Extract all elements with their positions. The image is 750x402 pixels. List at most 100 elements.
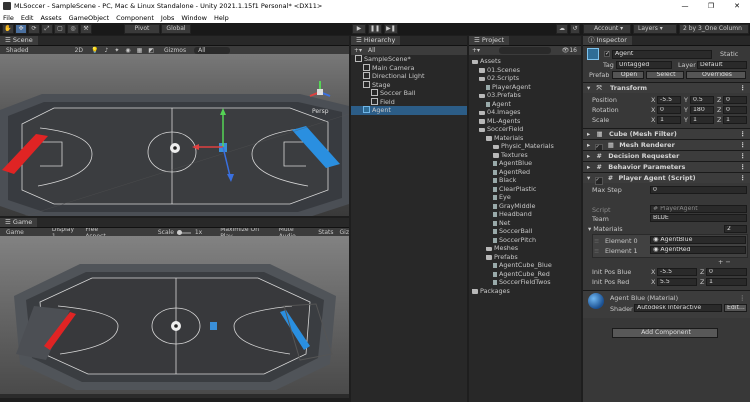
project-item[interactable]: SoccerField: [469, 125, 581, 134]
hierarchy-item[interactable]: Agent: [351, 106, 467, 115]
scale-y-field[interactable]: 1: [690, 116, 714, 124]
tab-game[interactable]: ☰ Game: [0, 218, 38, 227]
mesh-renderer-header[interactable]: ▸ ✓ ▦ Mesh Renderer ⋮: [583, 139, 750, 152]
active-checkbox[interactable]: [604, 50, 610, 57]
player-agent-checkbox[interactable]: ✓: [594, 177, 603, 185]
drag-handle-icon[interactable]: ≡: [594, 237, 599, 245]
max-step-field[interactable]: 0: [650, 186, 747, 194]
shader-dropdown[interactable]: Autodesk Interactive: [634, 304, 722, 312]
gizmos-dropdown[interactable]: Gizmos: [164, 47, 186, 54]
tab-inspector[interactable]: ⓘ Inspector: [583, 36, 632, 45]
project-item[interactable]: Materials: [469, 134, 581, 143]
orientation-gizmo-icon[interactable]: [306, 78, 334, 106]
project-item[interactable]: SoccerFieldTwos: [469, 278, 581, 287]
hierarchy-item[interactable]: Stage: [351, 80, 467, 90]
scene-viewport[interactable]: Persp: [0, 54, 349, 216]
project-item[interactable]: 02.Scripts: [469, 74, 581, 83]
project-item[interactable]: PlayerAgent: [469, 83, 581, 92]
transform-header[interactable]: ▾ ⤧ Transform ⋮: [583, 82, 750, 93]
project-item[interactable]: AgentCube_Blue: [469, 261, 581, 270]
project-item[interactable]: AgentCube_Red: [469, 270, 581, 279]
decision-requester-menu-icon[interactable]: ⋮: [740, 151, 747, 161]
prefab-open-button[interactable]: Open: [612, 71, 644, 79]
audio-toggle-icon[interactable]: ♪: [105, 47, 109, 54]
mesh-filter-menu-icon[interactable]: ⋮: [740, 129, 747, 139]
toggle-2d-button[interactable]: 2D: [75, 47, 83, 54]
behavior-parameters-header[interactable]: ▸ # Behavior Parameters ⋮: [583, 161, 750, 172]
effects-toggle-icon[interactable]: ✦: [114, 47, 119, 54]
material-title[interactable]: Agent Blue (Material): [610, 294, 678, 302]
prefab-overrides-button[interactable]: Overrides: [686, 71, 746, 79]
project-item[interactable]: Headband: [469, 210, 581, 219]
menu-jobs[interactable]: Jobs: [161, 14, 174, 22]
project-item[interactable]: Agent: [469, 100, 581, 109]
project-item[interactable]: ClearPlastic: [469, 185, 581, 194]
materials-foldout[interactable]: ▾ Materials: [588, 225, 623, 233]
menu-edit[interactable]: Edit: [21, 14, 34, 22]
mesh-renderer-menu-icon[interactable]: ⋮: [740, 140, 747, 150]
step-button[interactable]: ▶❚: [384, 24, 398, 34]
hierarchy-item[interactable]: Directional Light: [351, 72, 467, 81]
grid-toggle-icon[interactable]: ▦: [137, 47, 143, 54]
project-item[interactable]: SoccerBall: [469, 227, 581, 236]
project-search-input[interactable]: [499, 47, 551, 54]
project-item[interactable]: Packages: [469, 287, 581, 296]
project-item[interactable]: 01.Scenes: [469, 66, 581, 75]
project-item[interactable]: ML-Agents: [469, 117, 581, 126]
close-button[interactable]: ✕: [724, 0, 750, 12]
transform-menu-icon[interactable]: ⋮: [740, 83, 747, 93]
play-button[interactable]: ▶: [352, 24, 366, 34]
layout-dropdown[interactable]: 2 by 3_One Column: [679, 24, 749, 34]
hierarchy-add-button[interactable]: +▾: [354, 47, 362, 54]
tag-dropdown[interactable]: Untagged: [616, 61, 672, 69]
account-dropdown[interactable]: Account ▾: [583, 24, 631, 34]
scale-z-field[interactable]: 1: [723, 116, 747, 124]
game-gizmos-toggle[interactable]: Giz: [340, 229, 349, 236]
drag-handle-icon[interactable]: ≡: [594, 247, 599, 255]
scene-search-input[interactable]: All: [194, 47, 230, 54]
collab-cloud-icon[interactable]: ☁: [556, 24, 568, 34]
global-toggle[interactable]: Global: [161, 24, 191, 34]
hidden-objects-icon[interactable]: ◉: [125, 47, 130, 54]
stats-toggle[interactable]: Stats: [318, 229, 333, 236]
rotation-z-field[interactable]: 0: [723, 106, 747, 114]
menu-window[interactable]: Window: [181, 14, 207, 22]
static-toggle[interactable]: Static: [720, 50, 738, 58]
shader-edit-button[interactable]: Edit...: [724, 304, 747, 312]
project-item[interactable]: Assets: [469, 57, 581, 66]
mesh-filter-header[interactable]: ▸ ▦ Cube (Mesh Filter) ⋮: [583, 128, 750, 139]
lighting-toggle-icon[interactable]: 💡: [91, 47, 98, 54]
pivot-toggle[interactable]: Pivot: [124, 24, 160, 34]
project-item[interactable]: Eye: [469, 193, 581, 202]
init-pos-blue-x-field[interactable]: -5.5: [657, 268, 697, 276]
init-pos-red-z-field[interactable]: 1: [706, 278, 747, 286]
position-z-field[interactable]: 0: [723, 96, 747, 104]
project-item[interactable]: AgentBlue: [469, 159, 581, 168]
project-item[interactable]: Textures: [469, 151, 581, 160]
maximize-button[interactable]: ❐: [698, 0, 724, 12]
shading-dropdown[interactable]: Shaded: [6, 47, 29, 54]
menu-file[interactable]: File: [3, 14, 14, 22]
game-view-dropdown[interactable]: Game: [6, 229, 24, 236]
layer-dropdown[interactable]: Default: [697, 61, 747, 69]
rect-tool-icon[interactable]: ▢: [54, 24, 66, 34]
project-item[interactable]: GrayMiddle: [469, 202, 581, 211]
prefab-select-button[interactable]: Select: [646, 71, 684, 79]
tab-hierarchy[interactable]: ☰ Hierarchy: [351, 36, 401, 45]
material-menu-icon[interactable]: ⋮: [739, 294, 745, 302]
custom-tool-icon[interactable]: ⚒: [80, 24, 92, 34]
project-item[interactable]: Black: [469, 176, 581, 185]
project-item[interactable]: 03.Prefabs: [469, 91, 581, 100]
project-item[interactable]: Meshes: [469, 244, 581, 253]
project-item[interactable]: SoccerPitch: [469, 236, 581, 245]
element1-field[interactable]: ◉ AgentRed: [650, 246, 746, 254]
hierarchy-item[interactable]: Field: [351, 97, 467, 107]
camera-settings-icon[interactable]: ◩: [148, 47, 154, 54]
team-dropdown[interactable]: BLUE: [650, 214, 747, 222]
rotate-tool-icon[interactable]: ⟳: [28, 24, 40, 34]
add-component-button[interactable]: Add Component: [612, 328, 718, 338]
pause-button[interactable]: ❚❚: [368, 24, 382, 34]
player-agent-header[interactable]: ▾ ✓ # Player Agent (Script) ⋮: [583, 172, 750, 185]
menu-assets[interactable]: Assets: [40, 14, 61, 22]
transform-tool-icon[interactable]: ◎: [67, 24, 79, 34]
